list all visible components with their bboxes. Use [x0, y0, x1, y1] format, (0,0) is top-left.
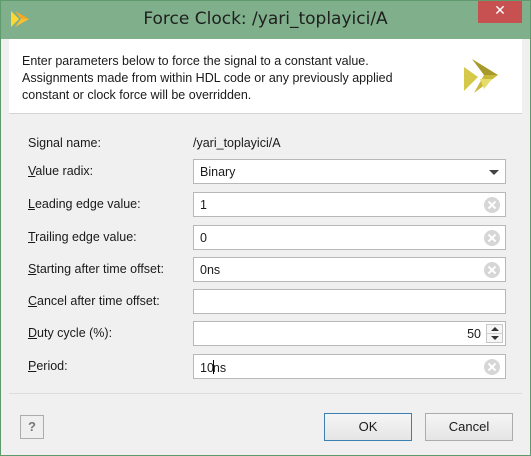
footer-divider	[9, 393, 522, 394]
duty-cycle-stepper[interactable]: 50	[193, 321, 506, 346]
leading-edge-value: 1	[200, 198, 207, 212]
ok-button[interactable]: OK	[324, 413, 412, 441]
period-row: Period: 10ns	[9, 354, 522, 380]
cancel-offset-label: Cancel after time offset:	[28, 294, 160, 308]
period-value: 10ns	[200, 360, 227, 375]
description-panel: Enter parameters below to force the sign…	[9, 39, 522, 114]
window-title: Force Clock: /yari_toplayici/A	[143, 9, 388, 29]
cancel-button[interactable]: Cancel	[425, 413, 513, 441]
duty-cycle-label: Duty cycle (%):	[28, 326, 113, 340]
duty-cycle-value: 50	[467, 327, 481, 341]
signal-name-value: /yari_toplayici/A	[193, 136, 281, 150]
vivado-logo-icon	[464, 59, 498, 93]
close-button[interactable]: ✕	[478, 1, 522, 23]
start-offset-label: Starting after time offset:	[28, 262, 164, 276]
value-radix-select[interactable]: Binary	[193, 159, 506, 184]
trailing-edge-label: Trailing edge value:	[28, 230, 137, 244]
description-text: Enter parameters below to force the sign…	[22, 54, 393, 102]
signal-name-row: Signal name: /yari_toplayici/A	[9, 131, 522, 157]
period-label: Period:	[28, 359, 68, 373]
cancel-offset-row: Cancel after time offset:	[9, 289, 522, 315]
value-radix-row: Value radix: Binary	[9, 159, 522, 185]
signal-name-label: Signal name:	[28, 136, 101, 150]
cancel-offset-input[interactable]	[193, 289, 506, 314]
period-input[interactable]: 10ns	[193, 354, 506, 379]
clear-circle-icon[interactable]	[484, 230, 500, 246]
trailing-edge-input[interactable]: 0	[193, 225, 506, 250]
value-radix-selected: Binary	[200, 165, 236, 179]
title-bar[interactable]: Force Clock: /yari_toplayici/A ✕	[1, 1, 530, 39]
force-clock-dialog: Force Clock: /yari_toplayici/A ✕ Enter p…	[0, 0, 531, 456]
leading-edge-row: Leading edge value: 1	[9, 192, 522, 218]
spin-up-icon[interactable]	[487, 325, 502, 334]
trailing-edge-value: 0	[200, 231, 207, 245]
leading-edge-label: Leading edge value:	[28, 197, 141, 211]
clear-circle-icon[interactable]	[484, 262, 500, 278]
clear-circle-icon[interactable]	[484, 197, 500, 213]
start-offset-row: Starting after time offset: 0ns	[9, 257, 522, 283]
chevron-down-icon[interactable]	[489, 170, 499, 175]
help-button[interactable]: ?	[20, 415, 44, 439]
start-offset-value: 0ns	[200, 263, 221, 277]
dialog-body: Enter parameters below to force the sign…	[9, 39, 522, 449]
value-radix-label: Value radix:	[28, 164, 94, 178]
clear-circle-icon[interactable]	[484, 359, 500, 375]
trailing-edge-row: Trailing edge value: 0	[9, 225, 522, 251]
spinner-arrows-icon[interactable]	[486, 324, 503, 343]
leading-edge-input[interactable]: 1	[193, 192, 506, 217]
duty-cycle-row: Duty cycle (%): 50	[9, 321, 522, 347]
spin-down-icon[interactable]	[487, 334, 502, 343]
start-offset-input[interactable]: 0ns	[193, 257, 506, 282]
